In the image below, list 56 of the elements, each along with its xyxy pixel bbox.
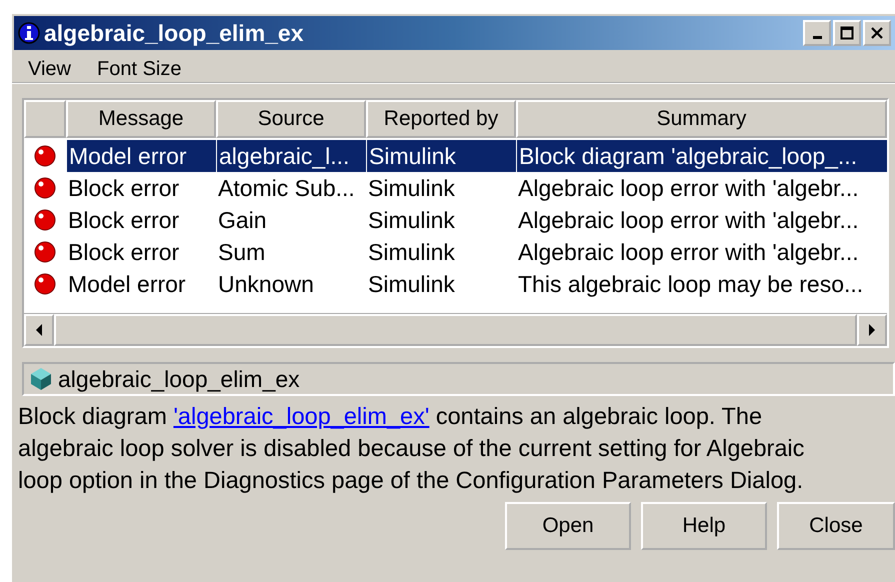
maximize-button[interactable] bbox=[833, 20, 861, 46]
error-icon bbox=[33, 176, 57, 200]
error-icon bbox=[33, 144, 57, 168]
menu-item[interactable]: View bbox=[28, 58, 71, 82]
column-header[interactable]: Source bbox=[216, 100, 366, 138]
column-header[interactable]: Message bbox=[66, 100, 216, 138]
scroll-left-button[interactable] bbox=[24, 314, 54, 346]
table-cell-text: Unknown bbox=[217, 270, 315, 298]
table-cell-text: Simulink bbox=[367, 174, 456, 202]
table-cell-text: Sum bbox=[217, 238, 266, 266]
minimize-icon bbox=[812, 36, 822, 38]
info-icon bbox=[18, 22, 40, 44]
table-cell-text: Algebraic loop error with 'algebr... bbox=[517, 238, 860, 267]
message-text: Block diagram 'algebraic_loop_elim_ex' contains an algebraic loop. The algebraic loop solver is disabled because of the current setting for Algebraic loop option in the Diagnostics page of the Configuration Parameters Dialog. bbox=[18, 402, 806, 495]
table-cell: algebraic_l... bbox=[216, 140, 366, 172]
column-header[interactable]: Reported by bbox=[366, 100, 516, 138]
table-cell-text: Simulink bbox=[367, 270, 456, 298]
close-button[interactable] bbox=[863, 20, 891, 46]
menu-item[interactable]: Font Size bbox=[97, 58, 182, 82]
column-header[interactable]: Summary bbox=[516, 100, 887, 138]
maximize-icon bbox=[840, 26, 854, 40]
error-icon bbox=[33, 208, 57, 232]
table-cell-text: Model error bbox=[67, 270, 187, 298]
close-icon bbox=[870, 26, 884, 40]
table-cell-text: Simulink bbox=[367, 206, 456, 234]
dialog-button[interactable]: Help bbox=[641, 502, 767, 550]
selected-row[interactable]: Model error algebraic_l... Simulink Block diagram 'algebraic_loop_... bbox=[66, 140, 887, 172]
cube-icon bbox=[30, 367, 52, 391]
scroll-right-button[interactable] bbox=[857, 314, 887, 346]
table-cell-text: Block error bbox=[67, 238, 180, 266]
table-cell-text: Simulink bbox=[367, 238, 456, 266]
table-cell-text: Algebraic loop error with 'algebr... bbox=[517, 174, 860, 203]
table-row[interactable]: Model error Unknown Simulink This algebraic loop may be reso... bbox=[66, 268, 887, 300]
minimize-button[interactable] bbox=[803, 20, 831, 46]
error-icon bbox=[33, 240, 57, 264]
table-row[interactable]: Block error Atomic Sub... Simulink Algebraic loop error with 'algebr... bbox=[66, 172, 887, 204]
table-cell-text: Gain bbox=[217, 206, 268, 234]
source-label: algebraic_loop_elim_ex bbox=[58, 366, 300, 392]
table-row[interactable]: Block error Gain Simulink Algebraic loop error with 'algebr... bbox=[66, 204, 887, 236]
error-icon bbox=[33, 272, 57, 296]
table-cell: Model error bbox=[66, 140, 216, 172]
table-cell-text: This algebraic loop may be reso... bbox=[517, 270, 864, 299]
table-cell: Block diagram 'algebraic_loop_... bbox=[516, 140, 887, 172]
dialog-button[interactable]: Open bbox=[505, 502, 631, 550]
table-cell-text: Atomic Sub... bbox=[217, 174, 356, 202]
dialog-button[interactable]: Close bbox=[777, 502, 895, 550]
table-row[interactable]: Block error Sum Simulink Algebraic loop error with 'algebr... bbox=[66, 236, 887, 268]
table-cell-text: Block error bbox=[67, 174, 180, 202]
left-arrow-icon bbox=[34, 323, 44, 337]
table-cell-text: Algebraic loop error with 'algebr... bbox=[517, 206, 860, 235]
right-arrow-icon bbox=[867, 323, 877, 337]
window-title: algebraic_loop_elim_ex bbox=[44, 20, 304, 46]
table-cell-text: Block error bbox=[67, 206, 180, 234]
horizontal-scrollbar[interactable] bbox=[24, 313, 887, 346]
model-link[interactable]: 'algebraic_loop_elim_ex' bbox=[173, 403, 430, 429]
table-cell: Simulink bbox=[366, 140, 516, 172]
